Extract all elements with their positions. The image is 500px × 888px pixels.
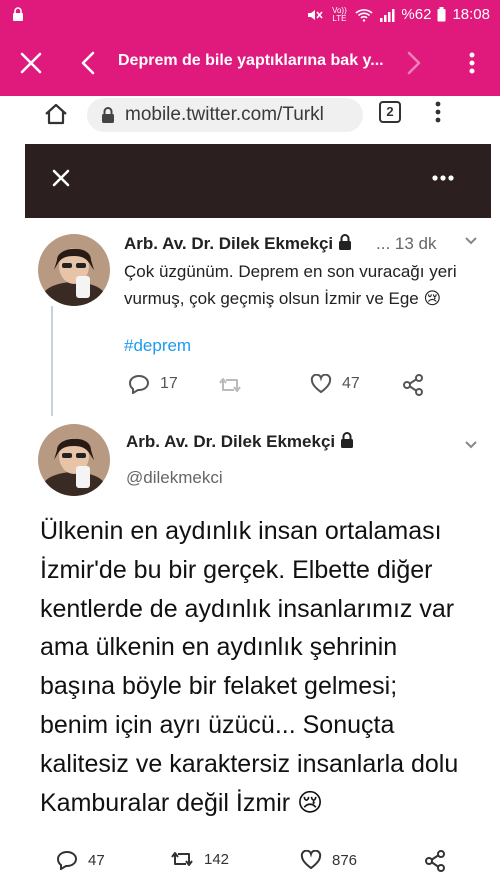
twitter-header: [25, 144, 491, 218]
network-label: Vo)) LTE: [332, 5, 347, 23]
tab-count: 2: [379, 101, 401, 123]
author-name: Arb. Av. Dr. Dilek Ekmekçi: [124, 234, 334, 253]
avatar: [38, 234, 110, 306]
chevron-down-icon: [465, 237, 477, 245]
padlock-icon: [102, 107, 114, 123]
tweet-author: Arb. Av. Dr. Dilek Ekmekçi: [124, 234, 352, 254]
retweet-action: [218, 376, 242, 394]
more-vert-icon[interactable]: [462, 50, 482, 76]
status-bar: Vo)) LTE %62 18:08: [0, 0, 500, 30]
battery-icon: [437, 7, 446, 22]
author-name: Arb. Av. Dr. Dilek Ekmekçi: [126, 432, 336, 451]
forward-icon[interactable]: [400, 50, 426, 76]
reply-icon: [128, 374, 150, 394]
tweet-body-clip: Ülkenin en aydınlık insan ortalaması İzm…: [0, 504, 466, 820]
like-count: 47: [342, 375, 360, 392]
more-horizontal-icon: [432, 175, 454, 181]
retweet-count: 142: [204, 850, 230, 868]
avatar: [38, 424, 110, 496]
reply-icon: [56, 850, 78, 870]
thread-line: [51, 306, 53, 416]
retweet-action[interactable]: 142: [170, 850, 229, 868]
protected-lock-icon: [340, 432, 353, 448]
tweet-actions-bar: 47 142 876: [0, 830, 500, 888]
share-icon: [403, 374, 423, 396]
tweet-handle: @dilekmekci: [126, 468, 223, 487]
browser-menu-icon: [435, 101, 441, 123]
reply-count: 47: [88, 851, 105, 869]
like-count: 876: [332, 851, 358, 869]
reply-count: 17: [160, 375, 178, 392]
lock-icon: [13, 7, 23, 21]
wifi-icon: [355, 8, 373, 22]
close-icon[interactable]: [18, 50, 44, 76]
reply-action: 17: [128, 374, 178, 394]
close-icon: [52, 169, 70, 187]
signal-icon: [380, 8, 395, 22]
url-text: mobile.twitter.com/Turkl: [125, 104, 324, 125]
retweet-icon: [171, 852, 193, 866]
retweet-icon: [219, 378, 241, 392]
chevron-down-icon: [465, 441, 477, 449]
back-icon[interactable]: [76, 50, 102, 76]
hashtag-link: #deprem: [124, 336, 192, 355]
reply-action[interactable]: 47: [56, 850, 105, 870]
mute-icon: [308, 9, 323, 20]
tweet-author: Arb. Av. Dr. Dilek Ekmekçi: [126, 432, 354, 452]
home-icon: [45, 103, 67, 125]
like-action[interactable]: 876: [300, 850, 357, 870]
battery-percent: %62: [401, 6, 432, 23]
tweet-text: Ülkenin en aydınlık insan ortalaması İzm…: [40, 517, 459, 817]
protected-lock-icon: [338, 234, 351, 250]
clock: 18:08: [452, 6, 490, 23]
app-bar: Deprem de bile yaptıklarına bak y...: [0, 30, 500, 96]
browser-url-bar: mobile.twitter.com/Turkl 2: [25, 96, 491, 142]
address-field: mobile.twitter.com/Turkl: [87, 98, 363, 132]
tweet-text: Çok üzgünüm. Deprem en son vuracağı yeri…: [124, 262, 457, 308]
like-action: 47: [310, 374, 360, 394]
heart-icon: [300, 850, 322, 870]
page-title: Deprem de bile yaptıklarına bak y...: [118, 52, 384, 69]
heart-icon: [310, 374, 332, 394]
share-icon[interactable]: [424, 850, 446, 872]
tweet-time: ... 13 dk: [376, 234, 437, 253]
